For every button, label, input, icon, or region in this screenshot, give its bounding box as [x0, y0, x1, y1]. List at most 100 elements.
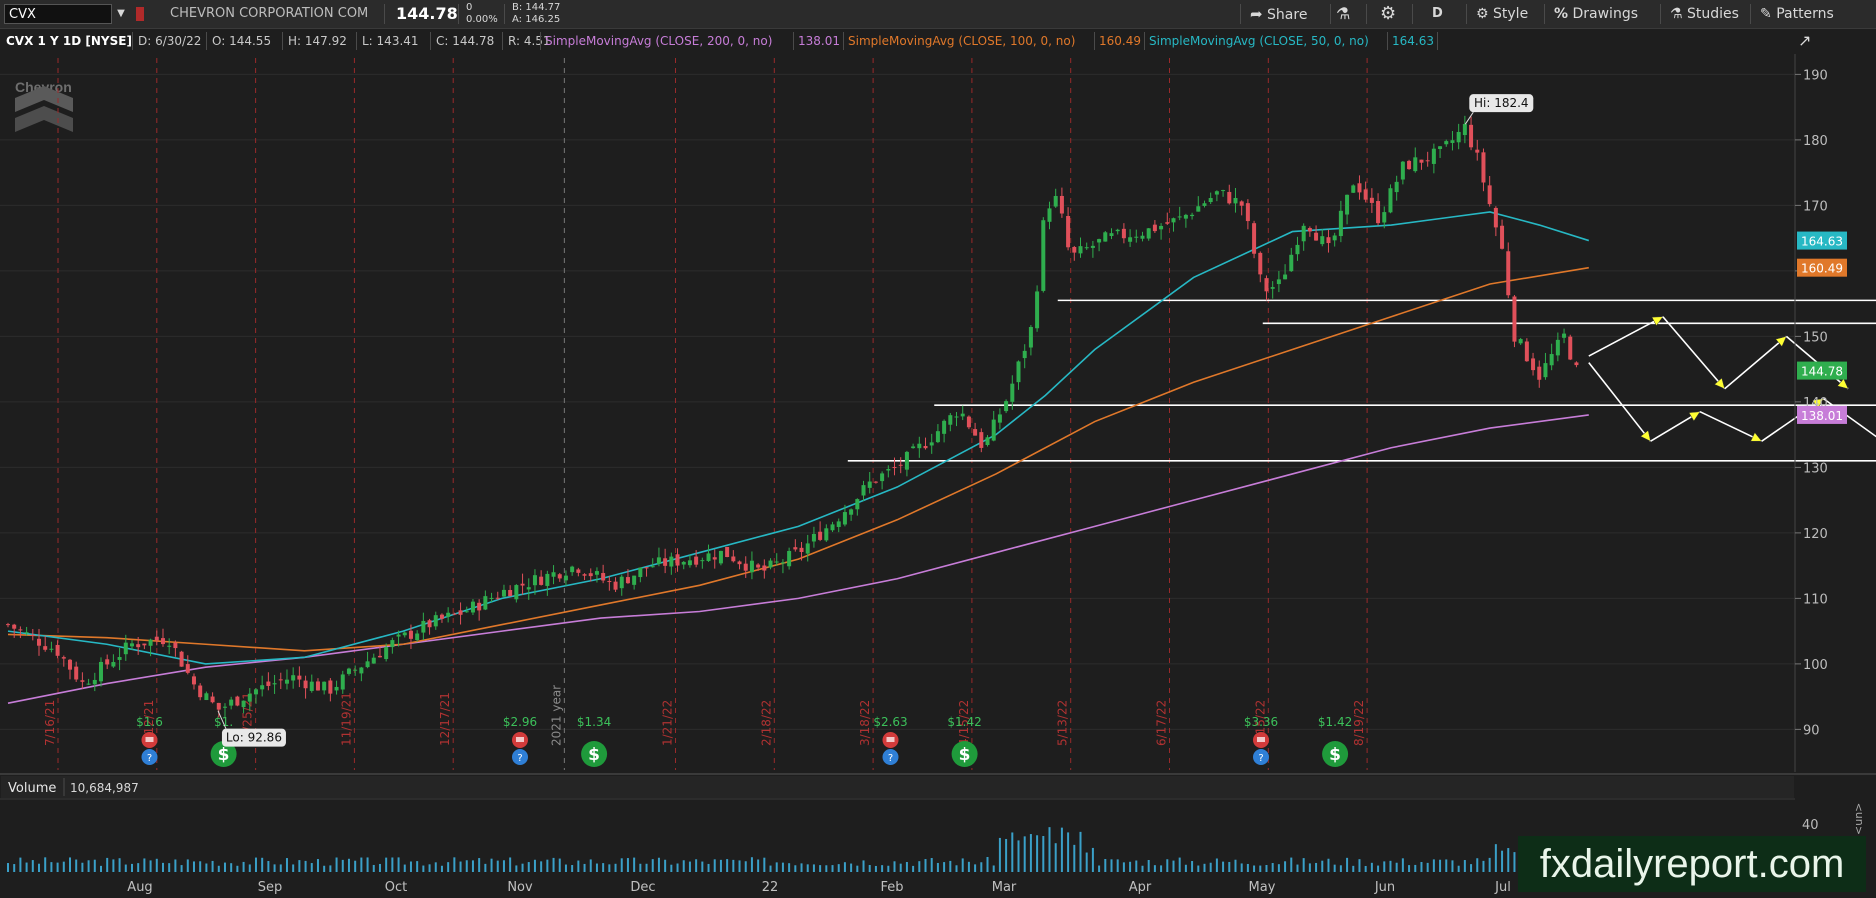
studies-button[interactable]: ⚗ Studies	[1670, 0, 1739, 28]
patterns-button[interactable]: ✎ Patterns	[1760, 0, 1834, 28]
candle-body	[576, 569, 581, 573]
flask-studies-icon: ⚗	[1670, 6, 1683, 22]
date-marker-label: 11/19/21	[339, 692, 353, 746]
candle-body	[1202, 203, 1207, 206]
candle-body	[687, 560, 692, 566]
candle-body	[1345, 194, 1350, 215]
candle-body	[167, 645, 172, 647]
candle-body	[1239, 201, 1244, 206]
candle-body	[1332, 235, 1337, 241]
chart-area[interactable]: Chevron 7/16/219/12/2110/25/2111/19/2112…	[0, 54, 1876, 898]
candle-body	[384, 647, 389, 660]
candle-body	[408, 630, 413, 639]
candle-body	[508, 590, 513, 597]
interval-button[interactable]: D	[1432, 0, 1443, 28]
candle-body	[1555, 339, 1560, 356]
candle-body	[811, 533, 816, 542]
ohlc-date: D: 6/30/22	[138, 34, 202, 48]
candle-body	[911, 446, 916, 449]
candle-body	[1357, 183, 1362, 193]
event-label: $1.	[214, 715, 233, 729]
candle-body	[446, 612, 451, 617]
volume-axis-label: <un>	[1852, 803, 1865, 835]
candle-body	[1183, 214, 1188, 219]
candle-body	[1190, 214, 1195, 217]
candle-body	[539, 576, 544, 585]
date-marker-label: 1/21/22	[661, 700, 675, 746]
event-label: $3.36	[1244, 715, 1278, 729]
sma200-label[interactable]: SimpleMovingAvg (CLOSE, 200, 0, no)	[545, 32, 772, 50]
style-icon: ⚙	[1476, 6, 1489, 22]
price-tick-label: 190	[1803, 68, 1828, 83]
price-tick-label: 110	[1803, 592, 1828, 607]
time-tick-label: Feb	[880, 880, 903, 895]
candle-body	[1245, 203, 1250, 222]
candle-body	[861, 485, 866, 496]
candle-body	[402, 632, 407, 636]
candle-body	[30, 634, 35, 636]
cursor-tool-icon[interactable]: ↗	[1798, 32, 1811, 50]
candle-body	[1506, 251, 1511, 296]
candle-body	[111, 662, 116, 667]
earnings-icon-detail	[516, 737, 524, 742]
candle-body	[725, 546, 730, 558]
candle-body	[1531, 358, 1536, 371]
symbol-dropdown-icon[interactable]: ▼	[112, 0, 130, 28]
candle-body	[12, 624, 17, 629]
price-tag-text: 144.78	[1801, 365, 1843, 379]
sma100-label[interactable]: SimpleMovingAvg (CLOSE, 100, 0, no)	[848, 32, 1075, 50]
candle-body	[675, 554, 680, 566]
candle-body	[520, 583, 525, 586]
candle-body	[1351, 185, 1356, 193]
candle-body	[756, 564, 761, 568]
dividend-info-icon-glyph: ?	[888, 753, 893, 764]
ohlc-high: H: 147.92	[288, 34, 347, 48]
earnings-icon-detail	[1257, 737, 1265, 742]
candle-body	[1233, 197, 1238, 204]
candle-body	[216, 702, 221, 710]
candle-body	[1252, 223, 1257, 254]
candle-body	[731, 556, 736, 562]
chart-label[interactable]: CVX 1 Y 1D [NYSE]	[6, 32, 132, 50]
price-tick-label: 180	[1803, 134, 1828, 149]
candle-body	[1140, 235, 1145, 239]
ohlc-close: C: 144.78	[436, 34, 495, 48]
candle-body	[1103, 232, 1108, 242]
candle-body	[1028, 327, 1033, 348]
price-tag-text: 160.49	[1801, 262, 1843, 276]
candle-body	[718, 550, 723, 564]
flask-icon[interactable]: ⚗	[1336, 0, 1350, 28]
candle-body	[1326, 237, 1331, 244]
symbol-input[interactable]: CVX	[4, 4, 112, 24]
candle-body	[1444, 141, 1449, 145]
candle-body	[1059, 195, 1064, 214]
candle-body	[1456, 131, 1461, 143]
candle-body	[278, 679, 283, 681]
candle-body	[117, 657, 122, 660]
candle-body	[904, 451, 909, 470]
candle-body	[1475, 149, 1480, 153]
date-marker-label: 12/17/21	[438, 692, 452, 746]
style-button[interactable]: ⚙ Style	[1476, 0, 1528, 28]
candle-body	[1159, 225, 1164, 230]
candle-body	[43, 646, 48, 650]
sma50-label[interactable]: SimpleMovingAvg (CLOSE, 50, 0, no)	[1149, 32, 1369, 50]
candle-body	[297, 675, 302, 680]
watermark: fxdailyreport.com	[1518, 836, 1866, 892]
candle-body	[501, 589, 506, 597]
dividend-info-icon-glyph: ?	[517, 753, 522, 764]
drawings-button[interactable]: % Drawings	[1554, 0, 1638, 28]
candle-body	[427, 620, 432, 628]
time-tick-label: Sep	[258, 880, 283, 895]
top-toolbar: CVX ▼ CHEVRON CORPORATION COM 144.78 0 0…	[0, 0, 1876, 29]
candle-body	[222, 706, 227, 708]
share-button[interactable]: ➦ Share	[1250, 0, 1307, 28]
candle-body	[873, 481, 878, 483]
candle-body	[805, 543, 810, 554]
alert-icon[interactable]	[136, 0, 146, 28]
date-marker-label: 8/19/22	[1352, 700, 1366, 746]
gear-icon[interactable]: ⚙	[1380, 0, 1396, 28]
candle-body	[1487, 185, 1492, 205]
candle-body	[260, 685, 265, 690]
candle-body	[433, 615, 438, 627]
